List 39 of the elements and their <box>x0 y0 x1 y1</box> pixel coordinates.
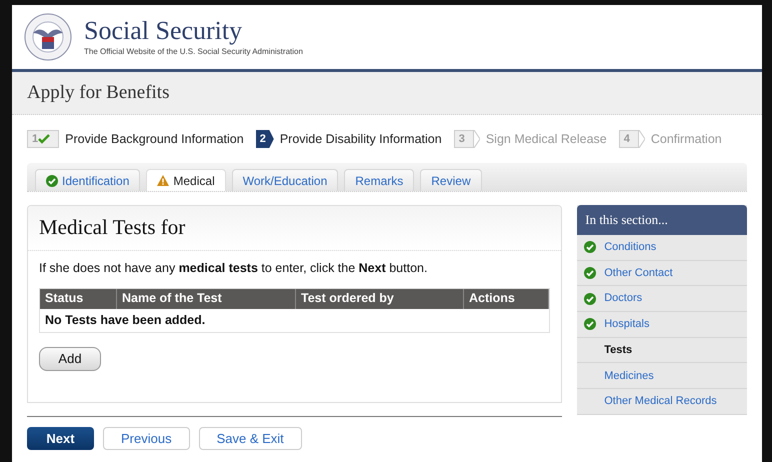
step-label: Provide Background Information <box>65 130 244 148</box>
step-label: Confirmation <box>650 130 722 148</box>
sidebar-item[interactable]: Tests <box>577 338 747 364</box>
sidebar-item[interactable]: Hospitals <box>577 312 747 338</box>
tab[interactable]: Remarks <box>344 169 414 191</box>
chevron-icon <box>474 130 480 148</box>
tab[interactable]: Identification <box>35 169 140 191</box>
sidebar-item[interactable]: Doctors <box>577 286 747 312</box>
step-number-badge: 2 <box>256 130 274 148</box>
tab[interactable]: Review <box>420 169 482 191</box>
panel-title: Medical Tests for <box>39 214 186 242</box>
checkmark-icon <box>38 134 50 144</box>
step-number-badge: 1 <box>27 130 60 148</box>
tab[interactable]: Work/Education <box>232 169 338 191</box>
action-button[interactable]: Save & Exit <box>198 427 302 450</box>
page-title: Apply for Benefits <box>27 80 170 105</box>
step-label: Sign Medical Release <box>486 130 607 148</box>
action-button[interactable]: Next <box>27 427 94 450</box>
sidebar-item[interactable]: Conditions <box>577 235 747 261</box>
sidebar-item[interactable]: Other Medical Records <box>577 389 747 415</box>
site-subtitle: The Official Website of the U.S. Social Security Administration <box>84 46 303 58</box>
chevron-icon <box>638 130 645 148</box>
sidebar-item[interactable]: Medicines <box>577 363 747 390</box>
site-title: Social Security <box>84 16 244 46</box>
seal-logo-icon <box>24 13 72 61</box>
column-header: Name of the Test <box>117 288 296 309</box>
action-button[interactable]: Previous <box>103 427 190 450</box>
step-number-badge: 3 <box>454 130 474 148</box>
empty-table-message: No Tests have been added. <box>45 312 206 329</box>
column-header: Status <box>40 288 117 309</box>
column-header: Test ordered by <box>296 288 464 309</box>
step-number-badge: 4 <box>618 130 639 148</box>
sidebar-header: In this section... <box>577 205 747 235</box>
instruction-text: If she does not have any medical tests to enter, click the Next button. <box>39 260 428 277</box>
step-label: Provide Disability Information <box>280 130 442 148</box>
sidebar-item[interactable]: Other Contact <box>577 260 747 286</box>
tab[interactable]: Medical <box>146 169 226 191</box>
column-header: Actions <box>464 288 550 309</box>
add-button[interactable]: Add <box>39 346 101 371</box>
